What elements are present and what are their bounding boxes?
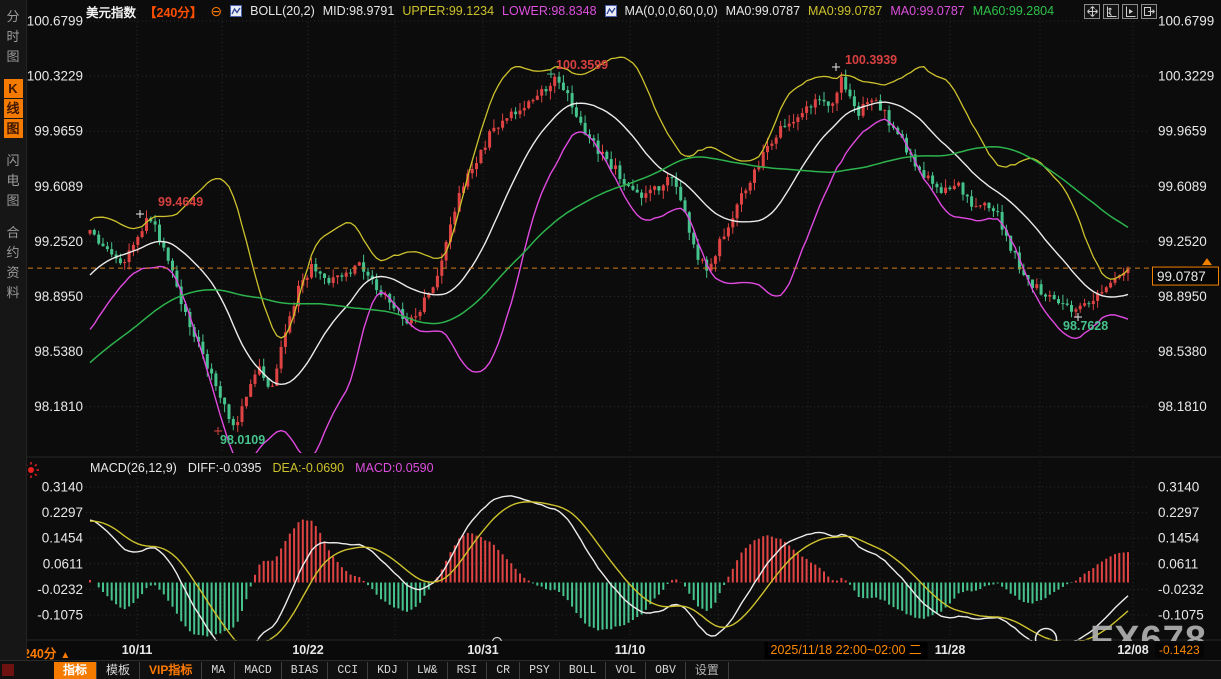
scale-y-axis-icon[interactable] <box>1103 4 1119 19</box>
macd-diff-value: DIFF:-0.0395 <box>188 461 262 475</box>
pan-icon[interactable] <box>1084 4 1100 19</box>
macd-axis-label: 0.2297 <box>1158 505 1199 520</box>
sidebar-item-0[interactable]: 分时图 <box>4 7 23 66</box>
macd-axis-label: -0.0232 <box>1158 582 1204 597</box>
x-axis-label: 11/28 <box>935 643 966 657</box>
price-annotation: 98.0109 <box>220 433 265 447</box>
macd-axis-label: 0.3140 <box>1158 480 1199 495</box>
macd-axis-label: 0.0611 <box>1158 556 1198 571</box>
price-axis-label: 100.3229 <box>27 69 83 84</box>
sidebar-item-2[interactable]: 闪电图 <box>4 151 23 210</box>
price-axis-label: 99.6089 <box>34 179 83 194</box>
toolbar-tab-1[interactable]: 模板 <box>97 662 140 679</box>
current-price-tag: 99.0787 <box>1153 258 1219 285</box>
price-axis-label: 99.2520 <box>34 234 83 249</box>
price-axis-label: 100.6799 <box>1158 14 1214 29</box>
bottom-toolbar: 指标模板VIP指标MAMACDBIASCCIKDJLW&RSICRPSYBOLL… <box>0 660 1221 679</box>
macd-axis-label: 0.0611 <box>43 556 83 571</box>
toolbar-tab-10[interactable]: CR <box>487 662 520 679</box>
macd-axis-label: 0.1454 <box>1158 531 1200 546</box>
chart-control-buttons <box>1084 4 1157 19</box>
toolbar-tab-0[interactable]: 指标 <box>54 662 97 679</box>
price-axis-label: 98.5380 <box>1158 344 1207 359</box>
macd-axis-label: -0.0232 <box>37 582 83 597</box>
toolbar-tab-14[interactable]: OBV <box>646 662 686 679</box>
macd-dea-value: DEA:-0.0690 <box>272 461 344 475</box>
price-axis-label: 100.6799 <box>27 14 83 29</box>
toolbar-tab-4[interactable]: MACD <box>235 662 282 679</box>
price-axis-label: 99.2520 <box>1158 234 1207 249</box>
sidebar: 分时图 K线图闪电图合约资料 <box>0 0 27 679</box>
logo-square-icon <box>2 664 14 676</box>
price-annotation: 100.3939 <box>845 53 897 67</box>
boll-indicator-icon[interactable] <box>230 5 242 17</box>
x-axis-label: 10/31 <box>467 643 498 657</box>
crosshair-date-label: 2025/11/18 22:00~02:00 二 <box>765 642 928 659</box>
trading-app: 100.6799 100.6799 100.3229 100.3229 99.9659 9… <box>0 0 1221 679</box>
macd-axis-label: 0.1454 <box>42 531 84 546</box>
price-annotation: 100.3599 <box>556 58 608 72</box>
chart-canvas[interactable]: 100.6799 100.6799 100.3229 100.3229 99.9659 9… <box>0 0 1221 679</box>
svg-text:99.0787: 99.0787 <box>1157 269 1206 284</box>
collapse-icon[interactable]: ⊖ <box>210 4 222 18</box>
price-axis-label: 99.9659 <box>1158 124 1207 139</box>
ma0-magenta-value: MA0:99.0787 <box>890 4 964 18</box>
macd-lines <box>90 496 1128 663</box>
price-axis-label: 99.9659 <box>34 124 83 139</box>
indicator-header: 美元指数 【240分】 ⊖ BOLL(20,2) MID:98.9791 UPP… <box>86 3 1054 19</box>
price-axis-label: 98.5380 <box>34 344 83 359</box>
candlesticks <box>89 70 1130 432</box>
x-axis-label: 12/08 <box>1117 643 1148 657</box>
macd-axis-label: 0.2297 <box>42 505 83 520</box>
toolbar-tab-13[interactable]: VOL <box>606 662 646 679</box>
x-axis-label: 11/10 <box>615 643 646 657</box>
boll-mid-value: MID:98.9791 <box>323 4 395 18</box>
macd-macd-value: MACD:0.0590 <box>355 461 434 475</box>
scale-x-axis-icon[interactable] <box>1122 4 1138 19</box>
macd-label: MACD(26,12,9) <box>90 461 177 475</box>
toolbar-tab-8[interactable]: LW& <box>408 662 448 679</box>
price-axis-label: 98.1810 <box>34 399 83 414</box>
boll-upper-value: UPPER:99.1234 <box>402 4 494 18</box>
toolbar-tab-6[interactable]: CCI <box>328 662 368 679</box>
period-label[interactable]: 【240分】 <box>144 2 202 21</box>
macd-axis-label: 0.3140 <box>42 480 83 495</box>
toolbar-tab-11[interactable]: PSY <box>520 662 560 679</box>
x-axis-row: 240分▲ 10/1110/2210/3111/1011/2812/08 202… <box>27 641 1221 660</box>
ma0-yellow-value: MA0:99.0787 <box>808 4 882 18</box>
toolbar-tab-3[interactable]: MA <box>202 662 235 679</box>
toolbar-tab-12[interactable]: BOLL <box>560 662 607 679</box>
price-axis-label: 100.3229 <box>1158 69 1214 84</box>
ma0-white-value: MA0:99.0787 <box>726 4 800 18</box>
toolbar-tab-15[interactable]: 设置 <box>686 662 729 679</box>
toolbar-tab-7[interactable]: KDJ <box>368 662 408 679</box>
price-axis-label: 98.8950 <box>34 289 83 304</box>
macd-header: MACD(26,12,9) DIFF:-0.0395 DEA:-0.0690 M… <box>90 461 434 475</box>
toolbar-tab-5[interactable]: BIAS <box>282 662 329 679</box>
boll-label: BOLL(20,2) <box>250 4 315 18</box>
price-axis-label: 98.8950 <box>1158 289 1207 304</box>
macd-axis-label: -0.1075 <box>37 608 83 623</box>
ma-label: MA(0,0,0,60,0,0) <box>625 4 718 18</box>
toolbar-tab-2[interactable]: VIP指标 <box>140 662 202 679</box>
price-axis-label: 98.1810 <box>1158 399 1207 414</box>
pan-right-icon[interactable] <box>1141 4 1157 19</box>
x-axis-label: 10/22 <box>292 643 323 657</box>
sidebar-item-1[interactable]: K线图 <box>4 79 23 138</box>
toolbar-tab-9[interactable]: RSI <box>448 662 488 679</box>
price-annotation: 98.7628 <box>1063 319 1108 333</box>
sidebar-item-3[interactable]: 合约资料 <box>4 223 23 302</box>
boll-lower-value: LOWER:98.8348 <box>502 4 597 18</box>
ma-indicator-icon[interactable] <box>605 5 617 17</box>
price-axis-label: 99.6089 <box>1158 179 1207 194</box>
x-axis-label: 10/11 <box>122 643 153 657</box>
ma60-value: MA60:99.2804 <box>973 4 1054 18</box>
symbol-name: 美元指数 <box>86 2 136 21</box>
price-annotation: 99.4649 <box>158 195 203 209</box>
macd-value-tag: -0.1423 <box>1155 643 1204 658</box>
